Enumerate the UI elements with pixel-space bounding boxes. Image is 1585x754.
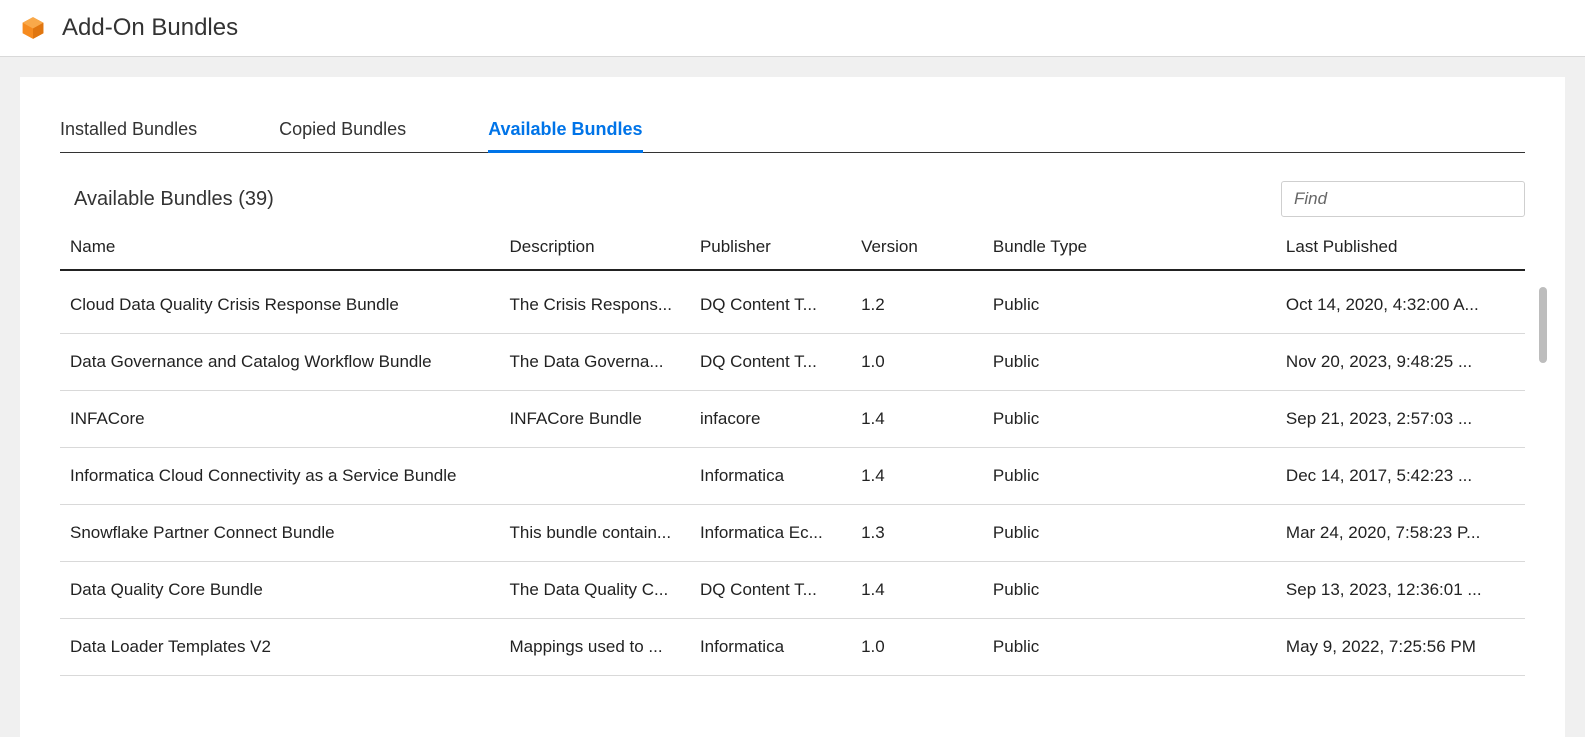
cell-description: The Data Quality C... — [500, 562, 690, 619]
tab-copied-bundles[interactable]: Copied Bundles — [279, 113, 406, 152]
cell-last-published: Oct 14, 2020, 4:32:00 A... — [1276, 270, 1525, 334]
cell-description: Mappings used to ... — [500, 619, 690, 676]
cell-description: INFACore Bundle — [500, 391, 690, 448]
cell-name[interactable]: Data Governance and Catalog Workflow Bun… — [60, 334, 500, 391]
table-wrap: Name Description Publisher Version Bundl… — [60, 225, 1525, 676]
col-publisher[interactable]: Publisher — [690, 225, 851, 270]
tabs-bar: Installed Bundles Copied Bundles Availab… — [60, 113, 1525, 153]
cell-version: 1.4 — [851, 391, 983, 448]
tab-installed-bundles[interactable]: Installed Bundles — [60, 113, 197, 152]
cell-name[interactable]: Informatica Cloud Connectivity as a Serv… — [60, 448, 500, 505]
cell-description: The Crisis Respons... — [500, 270, 690, 334]
col-bundle-type[interactable]: Bundle Type — [983, 225, 1276, 270]
cell-bundle-type: Public — [983, 448, 1276, 505]
cell-version: 1.4 — [851, 448, 983, 505]
cell-description — [500, 448, 690, 505]
table-row: Data Quality Core BundleThe Data Quality… — [60, 562, 1525, 619]
cell-name[interactable]: Cloud Data Quality Crisis Response Bundl… — [60, 270, 500, 334]
page-title: Add-On Bundles — [62, 14, 238, 42]
table-header-row: Name Description Publisher Version Bundl… — [60, 225, 1525, 270]
col-description[interactable]: Description — [500, 225, 690, 270]
table-row: Cloud Data Quality Crisis Response Bundl… — [60, 270, 1525, 334]
cell-last-published: May 9, 2022, 7:25:56 PM — [1276, 619, 1525, 676]
cell-publisher: DQ Content T... — [690, 562, 851, 619]
table-row: Informatica Cloud Connectivity as a Serv… — [60, 448, 1525, 505]
col-version[interactable]: Version — [851, 225, 983, 270]
cell-last-published: Sep 21, 2023, 2:57:03 ... — [1276, 391, 1525, 448]
cell-version: 1.0 — [851, 619, 983, 676]
cell-version: 1.4 — [851, 562, 983, 619]
section-bar: Available Bundles (39) — [60, 181, 1525, 217]
cell-publisher: DQ Content T... — [690, 334, 851, 391]
cell-name[interactable]: Data Quality Core Bundle — [60, 562, 500, 619]
find-input[interactable] — [1281, 181, 1525, 217]
cell-publisher: DQ Content T... — [690, 270, 851, 334]
page-body: Installed Bundles Copied Bundles Availab… — [0, 57, 1585, 737]
cell-publisher: Informatica — [690, 619, 851, 676]
cell-bundle-type: Public — [983, 334, 1276, 391]
table-row: Data Loader Templates V2Mappings used to… — [60, 619, 1525, 676]
content-panel: Installed Bundles Copied Bundles Availab… — [20, 77, 1565, 737]
cell-publisher: infacore — [690, 391, 851, 448]
cell-bundle-type: Public — [983, 505, 1276, 562]
cell-name[interactable]: Snowflake Partner Connect Bundle — [60, 505, 500, 562]
cell-last-published: Nov 20, 2023, 9:48:25 ... — [1276, 334, 1525, 391]
col-last-published[interactable]: Last Published — [1276, 225, 1525, 270]
bundle-hex-icon — [20, 15, 46, 41]
table-row: Data Governance and Catalog Workflow Bun… — [60, 334, 1525, 391]
cell-last-published: Dec 14, 2017, 5:42:23 ... — [1276, 448, 1525, 505]
cell-name[interactable]: INFACore — [60, 391, 500, 448]
cell-publisher: Informatica Ec... — [690, 505, 851, 562]
col-name[interactable]: Name — [60, 225, 500, 270]
cell-version: 1.3 — [851, 505, 983, 562]
cell-bundle-type: Public — [983, 391, 1276, 448]
cell-description: This bundle contain... — [500, 505, 690, 562]
tab-available-bundles[interactable]: Available Bundles — [488, 113, 642, 153]
cell-name[interactable]: Data Loader Templates V2 — [60, 619, 500, 676]
cell-bundle-type: Public — [983, 619, 1276, 676]
cell-version: 1.2 — [851, 270, 983, 334]
scrollbar-thumb[interactable] — [1539, 287, 1547, 363]
section-title: Available Bundles (39) — [74, 188, 274, 211]
table-row: INFACoreINFACore Bundleinfacore1.4Public… — [60, 391, 1525, 448]
cell-publisher: Informatica — [690, 448, 851, 505]
bundles-table: Name Description Publisher Version Bundl… — [60, 225, 1525, 676]
cell-last-published: Mar 24, 2020, 7:58:23 P... — [1276, 505, 1525, 562]
page-header: Add-On Bundles — [0, 0, 1585, 57]
table-row: Snowflake Partner Connect BundleThis bun… — [60, 505, 1525, 562]
cell-bundle-type: Public — [983, 562, 1276, 619]
cell-last-published: Sep 13, 2023, 12:36:01 ... — [1276, 562, 1525, 619]
cell-version: 1.0 — [851, 334, 983, 391]
cell-description: The Data Governa... — [500, 334, 690, 391]
cell-bundle-type: Public — [983, 270, 1276, 334]
